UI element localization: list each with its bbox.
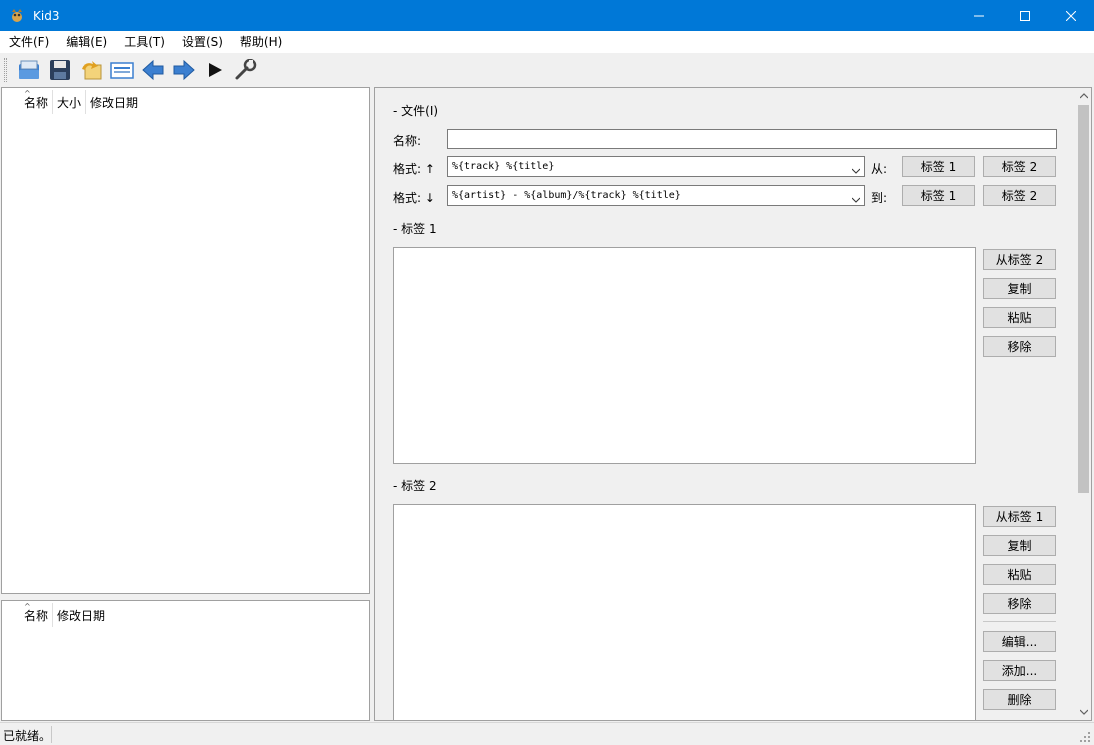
file-list-header: ^ 名称 大小 修改日期 (20, 89, 142, 114)
dir-column-header-modified[interactable]: 修改日期 (53, 603, 109, 627)
tag-editor-panel: - 文件(I) 名称: 格式: ↑ %{track} %{title} 从: 标… (374, 87, 1092, 721)
column-header-name[interactable]: ^ 名称 (20, 89, 54, 114)
filelist-icon[interactable] (106, 56, 137, 84)
tag1-from-tag2-button[interactable]: 从标签 2 (983, 249, 1056, 270)
name-label: 名称: (393, 134, 422, 148)
menu-settings[interactable]: 设置(S) (173, 31, 231, 53)
from-label: 从: (871, 162, 888, 176)
tag2-paste-button[interactable]: 粘贴 (983, 564, 1056, 585)
tag1-paste-button[interactable]: 粘贴 (983, 307, 1056, 328)
menu-file[interactable]: 文件(F) (0, 31, 57, 53)
filename-from-tag2-button[interactable]: 标签 2 (983, 156, 1056, 177)
tag1-from-filename-button[interactable]: 标签 1 (902, 185, 975, 206)
format-up-label: 格式: ↑ (393, 162, 435, 176)
chevron-down-icon (851, 192, 861, 203)
menu-bar: 文件(F) 编辑(E) 工具(T) 设置(S) 帮助(H) (0, 31, 1094, 53)
settings-wrench-icon[interactable] (230, 56, 261, 84)
tag1-remove-button[interactable]: 移除 (983, 336, 1056, 357)
tag2-from-filename-button[interactable]: 标签 2 (983, 185, 1056, 206)
tag1-copy-button[interactable]: 复制 (983, 278, 1056, 299)
chevron-down-icon (851, 163, 861, 174)
tag2-copy-button[interactable]: 复制 (983, 535, 1056, 556)
dir-sort-up-icon: ^ (24, 602, 31, 611)
tag2-section-title[interactable]: - 标签 2 (393, 477, 437, 494)
status-divider (51, 726, 52, 743)
previous-icon[interactable] (137, 56, 168, 84)
close-button[interactable] (1048, 0, 1094, 31)
to-label: 到: (871, 191, 888, 205)
status-text: 已就绪。 (3, 729, 52, 743)
file-section-title[interactable]: - 文件(I) (393, 102, 438, 119)
kid3-app-icon (9, 8, 25, 24)
right-panel-scrollbar[interactable] (1076, 88, 1091, 720)
filename-input[interactable] (447, 129, 1057, 149)
minimize-button[interactable] (956, 0, 1002, 31)
title-bar: Kid3 (0, 0, 1094, 31)
menu-edit[interactable]: 编辑(E) (57, 31, 115, 53)
play-icon[interactable] (199, 56, 230, 84)
format-down-label: 格式: ↓ (393, 191, 435, 205)
tag2-remove-button[interactable]: 移除 (983, 593, 1056, 614)
window-title: Kid3 (33, 8, 60, 23)
revert-icon[interactable] (75, 56, 106, 84)
toolbar (0, 53, 1094, 87)
resize-grip-icon[interactable] (1079, 731, 1091, 743)
toolbar-grip[interactable] (4, 58, 7, 82)
tag2-from-tag1-button[interactable]: 从标签 1 (983, 506, 1056, 527)
tag2-frame-table[interactable] (393, 504, 976, 720)
column-header-modified[interactable]: 修改日期 (86, 90, 142, 114)
save-icon[interactable] (44, 56, 75, 84)
sort-up-icon: ^ (24, 89, 31, 98)
menu-tools[interactable]: 工具(T) (115, 31, 173, 53)
directory-list-header: ^ 名称 修改日期 (20, 602, 109, 627)
open-folder-icon[interactable] (13, 56, 44, 84)
tag1-frame-table[interactable] (393, 247, 976, 464)
tag2-delete-button[interactable]: 删除 (983, 689, 1056, 710)
file-list[interactable]: ^ 名称 大小 修改日期 (1, 87, 370, 594)
button-separator (983, 621, 1056, 622)
scroll-down-icon[interactable] (1076, 704, 1091, 720)
tag2-edit-button[interactable]: 编辑... (983, 631, 1056, 652)
filename-from-tag1-button[interactable]: 标签 1 (902, 156, 975, 177)
dir-column-header-name[interactable]: ^ 名称 (20, 602, 54, 627)
maximize-button[interactable] (1002, 0, 1048, 31)
format-to-filename-combo[interactable]: %{track} %{title} (447, 156, 865, 177)
tag2-add-button[interactable]: 添加... (983, 660, 1056, 681)
scroll-up-icon[interactable] (1076, 88, 1091, 104)
next-icon[interactable] (168, 56, 199, 84)
column-header-size[interactable]: 大小 (53, 90, 87, 114)
status-bar: 已就绪。 (0, 722, 1094, 745)
tag1-section-title[interactable]: - 标签 1 (393, 220, 437, 237)
scrollbar-thumb[interactable] (1078, 105, 1089, 493)
format-from-filename-combo[interactable]: %{artist} - %{album}/%{track} %{title} (447, 185, 865, 206)
menu-help[interactable]: 帮助(H) (231, 31, 290, 53)
directory-list[interactable]: ^ 名称 修改日期 (1, 600, 370, 721)
